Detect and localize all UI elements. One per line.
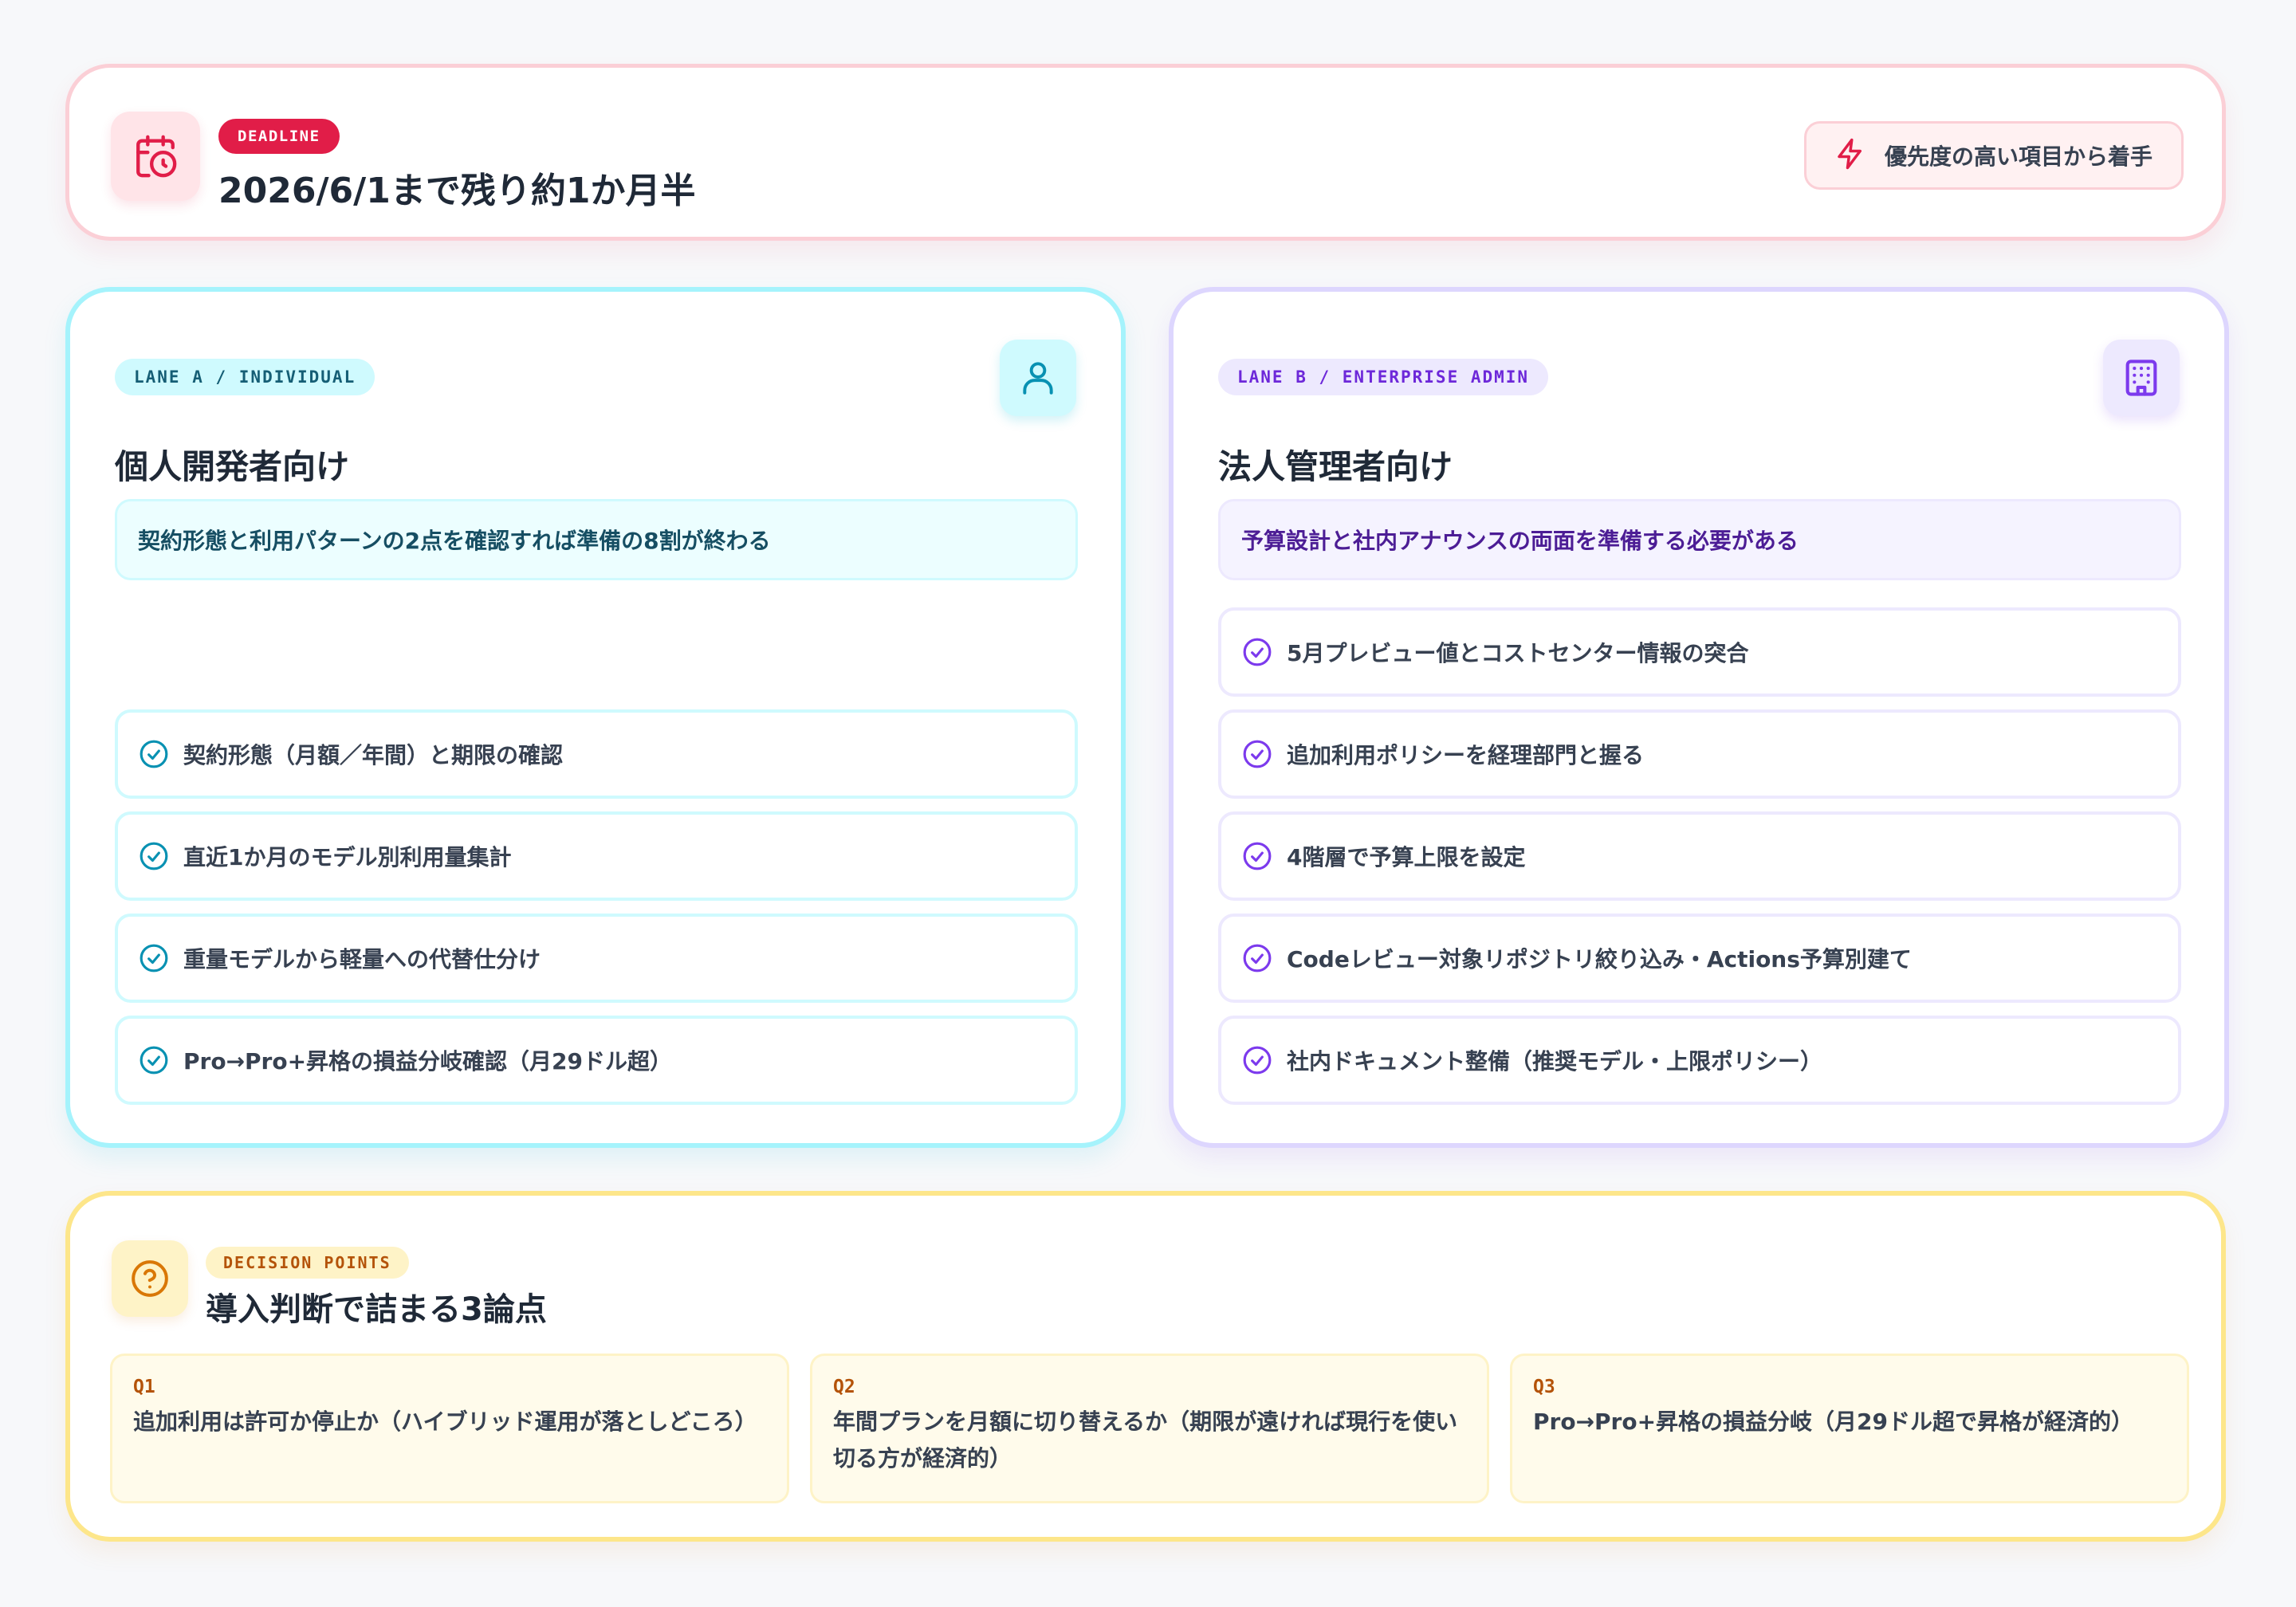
question-circle-icon	[112, 1240, 188, 1317]
check-circle-icon	[140, 740, 168, 768]
lane-tag: LANE B / ENTERPRISE ADMIN	[1218, 359, 1549, 395]
question-id: Q1	[133, 1377, 155, 1397]
lane-tag: LANE A / INDIVIDUAL	[115, 359, 375, 395]
question-card-q3: Q3 Pro→Pro+昇格の損益分岐（月29ドル超で昇格が経済的）	[1510, 1354, 2189, 1503]
lane-summary: 予算設計と社内アナウンスの両面を準備する必要がある	[1218, 499, 2181, 580]
lane-title: 法人管理者向け	[1218, 447, 1453, 486]
checklist-item: 直近1か月のモデル別利用量集計	[115, 811, 1078, 901]
checklist-item: 4階層で予算上限を設定	[1218, 811, 2181, 901]
lane-enterprise-admin: LANE B / ENTERPRISE ADMIN 法人管理者向け 予算設計と社…	[1169, 287, 2229, 1148]
checklist-item: 5月プレビュー値とコストセンター情報の突合	[1218, 607, 2181, 697]
user-icon	[1000, 340, 1076, 416]
question-id: Q3	[1533, 1377, 1555, 1397]
question-id: Q2	[833, 1377, 855, 1397]
calendar-clock-icon	[111, 112, 200, 201]
check-circle-icon	[1243, 1046, 1272, 1075]
checklist-item: 契約形態（月額／年間）と期限の確認	[115, 709, 1078, 799]
question-text: 追加利用は許可か停止か（ハイブリッド運用が落としどころ）	[133, 1409, 757, 1435]
lane-title: 個人開発者向け	[115, 447, 350, 486]
checklist-item: Pro→Pro+昇格の損益分岐確認（月29ドル超）	[115, 1016, 1078, 1105]
check-circle-icon	[1243, 842, 1272, 870]
check-circle-icon	[1243, 944, 1272, 972]
lane-individual: LANE A / INDIVIDUAL 個人開発者向け 契約形態と利用パターンの…	[65, 287, 1126, 1148]
check-circle-icon	[1243, 740, 1272, 768]
priority-chip: 優先度の高い項目から着手	[1803, 121, 2184, 190]
decision-points-panel: DECISION POINTS 導入判断で詰まる3論点 Q1 追加利用は許可か停…	[65, 1191, 2226, 1542]
deadline-banner: DEADLINE 2026/6/1まで残り約1か月半 優先度の高い項目から着手	[65, 64, 2226, 241]
check-circle-icon	[140, 1046, 168, 1075]
checklist-item: 社内ドキュメント整備（推奨モデル・上限ポリシー）	[1218, 1016, 2181, 1105]
checklist-item: 重量モデルから軽量への代替仕分け	[115, 914, 1078, 1003]
question-text: 年間プランを月額に切り替えるか（期限が遠ければ現行を使い切る方が経済的）	[833, 1409, 1458, 1471]
check-circle-icon	[140, 842, 168, 870]
deadline-title: 2026/6/1まで残り約1か月半	[218, 171, 696, 211]
checklist-item: Codeレビュー対象リポジトリ絞り込み・Actions予算別建て	[1218, 914, 2181, 1003]
check-circle-icon	[140, 944, 168, 972]
decision-tag: DECISION POINTS	[206, 1247, 409, 1279]
lane-summary: 契約形態と利用パターンの2点を確認すれば準備の8割が終わる	[115, 499, 1078, 580]
question-card-q2: Q2 年間プランを月額に切り替えるか（期限が遠ければ現行を使い切る方が経済的）	[810, 1354, 1489, 1503]
priority-label: 優先度の高い項目から着手	[1884, 143, 2152, 170]
decision-title: 導入判断で詰まる3論点	[206, 1291, 547, 1328]
question-card-q1: Q1 追加利用は許可か停止か（ハイブリッド運用が落としどころ）	[110, 1354, 789, 1503]
question-text: Pro→Pro+昇格の損益分岐（月29ドル超で昇格が経済的）	[1533, 1409, 2134, 1435]
deadline-badge: DEADLINE	[218, 119, 340, 154]
building-icon	[2103, 340, 2180, 416]
lightning-icon	[1834, 137, 1867, 174]
check-circle-icon	[1243, 638, 1272, 666]
checklist-item: 追加利用ポリシーを経理部門と握る	[1218, 709, 2181, 799]
